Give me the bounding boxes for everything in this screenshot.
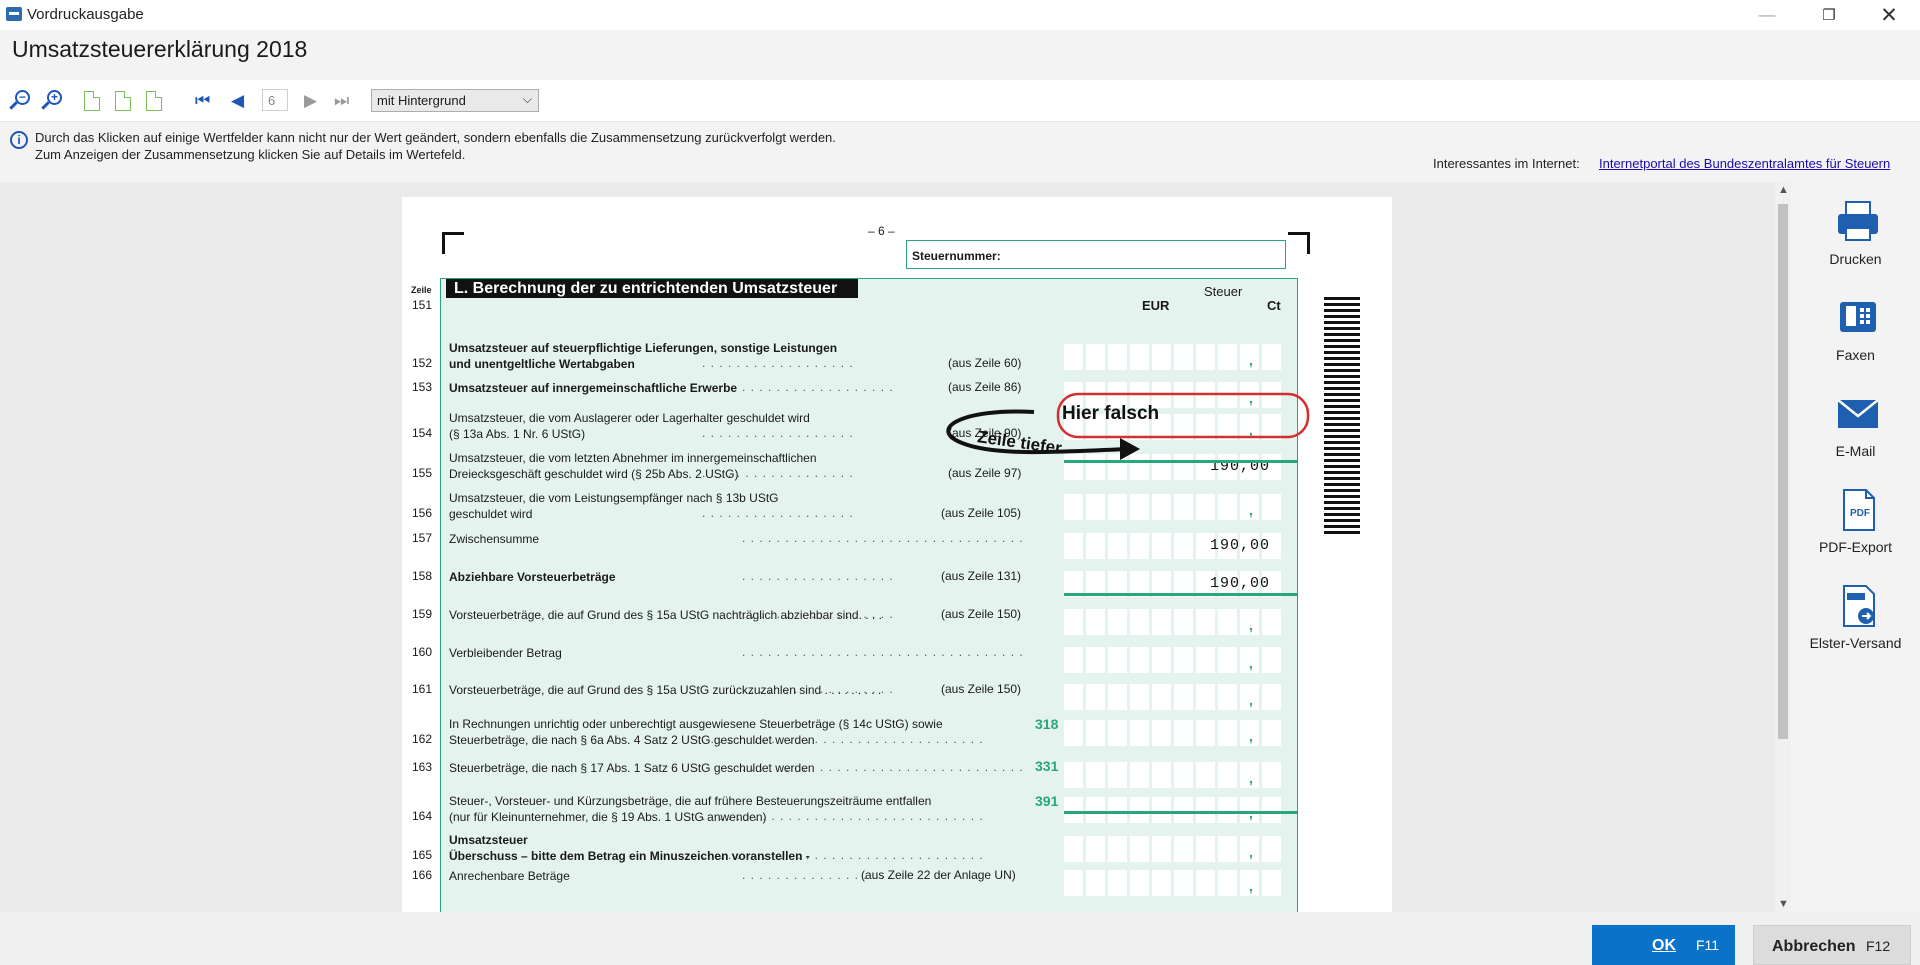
page-number-input[interactable]: 6 (262, 89, 288, 111)
internet-link[interactable]: Internetportal des Bundeszentralamtes fü… (1599, 156, 1890, 171)
form-sheet: – 6 – Steuernummer: Zeile L. Berechnung … (402, 197, 1392, 912)
ok-shortcut: F11 (1696, 937, 1720, 953)
mail-icon (1837, 399, 1879, 428)
cancel-shortcut: F12 (1866, 938, 1891, 954)
ok-button[interactable]: OK F11 (1592, 925, 1735, 965)
elster-send-label: Elster-Versand (1809, 635, 1902, 651)
email-button[interactable]: E-Mail (1791, 392, 1920, 476)
pdf-icon: PDF (1843, 489, 1875, 531)
scroll-down-icon[interactable]: ▼ (1778, 898, 1789, 910)
annotation-overlay (946, 392, 1310, 460)
toolbar: − + ⏮ ◀ ▶ ⏭ (0, 80, 1920, 122)
svg-text:PDF: PDF (1850, 508, 1870, 519)
elster-icon (1843, 585, 1875, 627)
internet-label: Interessantes im Internet: (1433, 156, 1580, 171)
cancel-button[interactable]: Abbrechen F12 (1753, 925, 1911, 965)
annotation-label: Hier falsch (1062, 403, 1160, 424)
print-label: Drucken (1829, 251, 1882, 267)
page-width-icon[interactable] (115, 91, 131, 111)
full-page-icon[interactable] (146, 91, 162, 111)
zoom-out-icon[interactable]: − (8, 89, 32, 113)
info-icon: i (10, 131, 28, 149)
fax-button[interactable]: Faxen (1791, 296, 1920, 380)
pdf-export-label: PDF-Export (1818, 539, 1893, 555)
info-text: Durch das Klicken auf einige Wertfelder … (35, 129, 836, 163)
chevron-down-icon: ⌵ (522, 92, 532, 106)
info-bar: i Durch das Klicken auf einige Wertfelde… (0, 122, 1920, 182)
email-label: E-Mail (1835, 443, 1876, 459)
scrollbar-thumb[interactable] (1778, 204, 1788, 739)
document-viewer[interactable]: – 6 – Steuernummer: Zeile L. Berechnung … (0, 182, 1775, 912)
action-panel: Drucken Faxen E-Mail PDF PDF-Export Elst… (1791, 182, 1920, 912)
page-header: Umsatzsteuererklärung 2018 (0, 30, 1920, 80)
app-icon (6, 7, 22, 21)
fax-label: Faxen (1836, 347, 1875, 363)
window-title: Vordruckausgabe (27, 6, 144, 23)
elster-send-button[interactable]: Elster-Versand (1791, 584, 1920, 668)
scroll-up-icon[interactable]: ▲ (1778, 184, 1789, 196)
footer: OK F11 Abbrechen F12 (0, 912, 1920, 965)
fax-icon (1840, 302, 1876, 332)
window-titlebar: Vordruckausgabe — ❐ ✕ (0, 0, 1920, 30)
print-button[interactable]: Drucken (1791, 200, 1920, 284)
annotation-arrowhead (1120, 438, 1140, 460)
vertical-scrollbar[interactable]: ▲ ▼ (1775, 182, 1791, 912)
maximize-button[interactable]: ❐ (1806, 2, 1852, 28)
page-icon[interactable] (84, 91, 100, 111)
page-title: Umsatzsteuererklärung 2018 (12, 36, 308, 62)
zoom-in-icon[interactable]: + (40, 89, 64, 113)
info-line-1: Durch das Klicken auf einige Wertfelder … (35, 130, 836, 145)
first-page-icon[interactable]: ⏮ (195, 89, 210, 113)
next-page-icon[interactable]: ▶ (304, 89, 317, 113)
minimize-button[interactable]: — (1744, 2, 1790, 28)
info-line-2: Zum Anzeigen der Zusammensetzung klicken… (35, 147, 466, 162)
cancel-label: Abbrechen (1772, 938, 1856, 955)
last-page-icon[interactable]: ⏭ (334, 89, 349, 113)
pdf-export-button[interactable]: PDF PDF-Export (1791, 488, 1920, 572)
background-select-value: mit Hintergrund (377, 93, 466, 108)
printer-icon (1838, 201, 1878, 241)
ok-label: OK (1652, 937, 1676, 954)
previous-page-icon[interactable]: ◀ (231, 89, 244, 113)
background-select[interactable]: mit Hintergrund ⌵ (371, 89, 539, 112)
close-button[interactable]: ✕ (1866, 2, 1912, 28)
